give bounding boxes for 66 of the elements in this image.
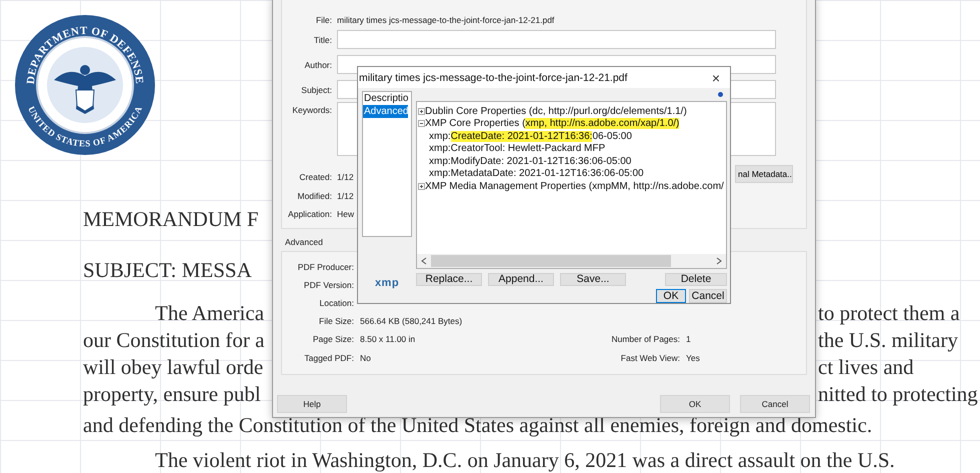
tree-item-text[interactable]: xmp:MetadataDate: 2021-01-12T16:36:06-05:00 (429, 168, 644, 180)
action-button[interactable]: Replace... (416, 273, 482, 286)
field-label: Page Size: (312, 334, 354, 344)
field-label: File Size: (318, 316, 354, 326)
field-label: Created: (298, 172, 332, 182)
tree-item-text[interactable]: XMP Media Management Properties (xmpMM, http://ns.adobe.com/ (425, 180, 724, 192)
tree-item-text[interactable]: xmp:ModifyDate: 2021-01-12T16:36:06-05:00 (429, 156, 632, 167)
paragraph-line: property, ensure publ (83, 384, 261, 405)
field-value: 8.50 x 11.00 in (360, 334, 416, 344)
text-field[interactable] (337, 30, 776, 49)
memo-heading: MEMORANDUM F (83, 209, 259, 230)
field-label: Application: (287, 209, 332, 220)
field-label: PDF Producer: (296, 262, 354, 272)
paragraph-line: to protect them a (818, 303, 960, 324)
collapse-icon[interactable] (417, 120, 425, 128)
paragraph-line: our Constitution for a (83, 330, 264, 351)
close-button[interactable]: × (712, 70, 720, 86)
field-label: Fast Web View: (620, 352, 680, 363)
tree-item-text[interactable]: Dublin Core Properties (dc, http://purl.org/dc/elements/1.1/) (425, 106, 687, 117)
field-label: Author: (304, 60, 332, 70)
field-label: Tagged PDF: (303, 352, 354, 363)
field-label: Keywords: (291, 104, 332, 115)
field-value: No (360, 352, 371, 363)
category-item[interactable]: Descriptio (363, 92, 408, 105)
dialog-button[interactable]: OK (656, 289, 686, 303)
field-label: Location: (318, 298, 354, 308)
chevron-right-icon[interactable] (716, 257, 722, 265)
field-label: Subject: (300, 84, 332, 94)
memo-heading: SUBJECT: MESSA (83, 260, 252, 281)
field-label: File: (314, 15, 332, 25)
horizontal-scrollbar[interactable] (417, 254, 726, 268)
field-value: Hew (337, 209, 354, 220)
paragraph-line: and defending the Constitution of the United States against all enemies, foreign and domestic. (83, 415, 872, 436)
dialog-button[interactable]: OK (660, 395, 730, 413)
field-value: 1/12 (337, 172, 354, 182)
action-button[interactable]: Save... (560, 273, 626, 286)
field-label: Modified: (296, 190, 332, 201)
paragraph-line: The violent riot in Washington, D.C. on January 6, 2021 was a direct assault on the U.S. (154, 450, 895, 471)
chevron-left-icon[interactable] (421, 257, 427, 265)
paragraph-line: nitted to protecting (818, 384, 978, 405)
category-item[interactable]: Advanced (363, 105, 408, 118)
expand-icon[interactable] (417, 182, 425, 190)
field-label: PDF Version: (302, 280, 354, 290)
action-button[interactable]: Append... (488, 273, 554, 286)
dialog-button[interactable]: Cancel (689, 289, 727, 303)
field-label: Number of Pages: (610, 334, 680, 344)
xmp-logo: xmp (374, 277, 400, 289)
additional-metadata-button[interactable]: nal Metadata.. (735, 165, 793, 183)
help-button[interactable]: Help (277, 395, 347, 413)
paragraph-line: The America (155, 303, 264, 324)
paragraph-line: the U.S. military (818, 330, 958, 351)
section-title: Advanced (285, 236, 323, 246)
tree-item-text[interactable]: xmp:CreatorTool: Hewlett-Packard MFP (429, 143, 606, 154)
field-value: 1 (686, 334, 691, 344)
file-name: military times jcs-message-to-the-joint-force-jan-12-21.pdf (337, 15, 554, 25)
field-value: Yes (686, 352, 700, 363)
field-value: 566.64 KB (580,241 Bytes) (360, 316, 462, 326)
paragraph-line: will obey lawful orde (83, 357, 264, 378)
dialog-button[interactable]: Cancel (740, 395, 810, 413)
expand-icon[interactable] (417, 107, 425, 116)
paragraph-line: ct lives and (818, 357, 914, 378)
field-value: 1/12 (337, 190, 354, 201)
field-label: Title: (312, 34, 332, 44)
window-title: military times jcs-message-to-the-joint-force-jan-12-21.pdf (359, 72, 628, 84)
action-button[interactable]: Delete (665, 273, 727, 286)
info-icon[interactable] (718, 92, 723, 97)
